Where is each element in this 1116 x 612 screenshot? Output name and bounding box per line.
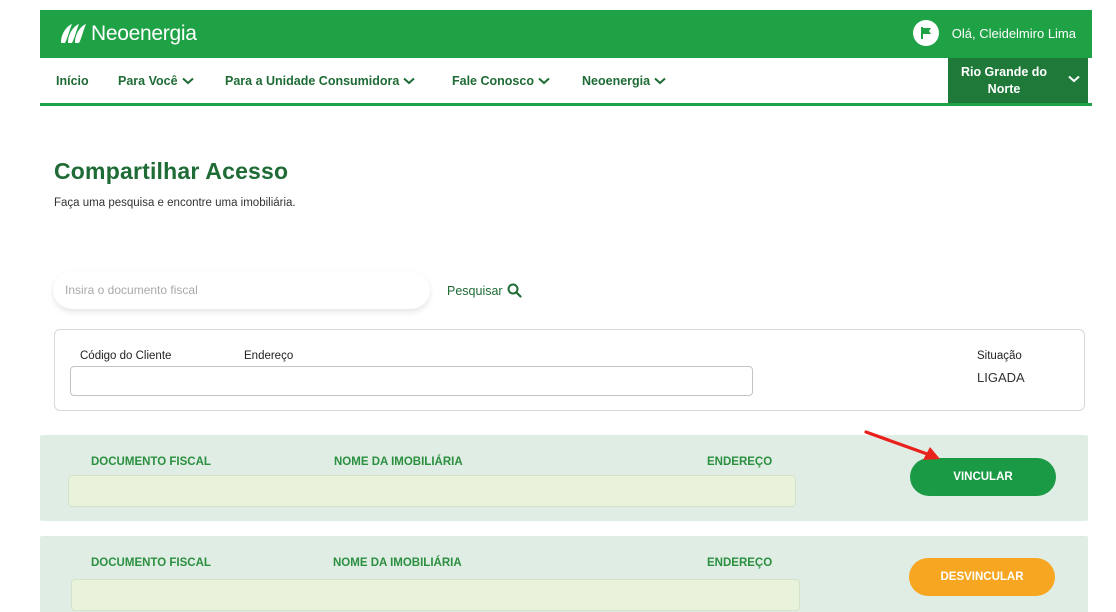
nav-item-inicio[interactable]: Início (56, 74, 89, 88)
col-address-header: ENDEREÇO (707, 456, 773, 468)
client-card: Código do Cliente Endereço Situação LIGA… (54, 329, 1085, 411)
user-greeting: Olá, Cleidelmiro Lima (951, 25, 1076, 41)
vincular-button[interactable]: VINCULAR (910, 458, 1056, 496)
nav-item-label: Neoenergia (582, 74, 651, 88)
chevron-down-icon (538, 77, 550, 85)
col-document-header: DOCUMENTO FISCAL (91, 557, 211, 569)
chevron-down-icon (403, 77, 416, 85)
result-info-field (68, 475, 796, 507)
brand-logo[interactable]: Neoenergia (58, 21, 197, 47)
page-title: Compartilhar Acesso (54, 158, 289, 184)
region-selector[interactable]: Rio Grande do Norte (948, 58, 1088, 103)
col-address-header: ENDEREÇO (707, 557, 773, 569)
document-search-input[interactable] (53, 271, 430, 309)
result-row: DOCUMENTO FISCAL NOME DA IMOBILIÁRIA END… (40, 536, 1088, 612)
chevron-down-icon (1068, 75, 1080, 83)
nav-item-label: Início (56, 74, 89, 88)
red-arrow-icon (864, 430, 940, 460)
col-document-header: DOCUMENTO FISCAL (91, 456, 211, 468)
page-subtitle: Faça uma pesquisa e encontre uma imobili… (54, 197, 296, 209)
region-label: Rio Grande do Norte (954, 64, 1054, 98)
nav-item-fale-conosco[interactable]: Fale Conosco (452, 74, 550, 88)
search-button-label: Pesquisar (447, 283, 503, 298)
region-label-line1: Rio Grande do (960, 64, 1048, 79)
nav-item-para-voce[interactable]: Para Você (118, 74, 194, 88)
nav-item-neoenergia[interactable]: Neoenergia (582, 74, 666, 88)
chevron-down-icon (654, 77, 666, 85)
flag-icon (912, 20, 939, 46)
search-icon (507, 283, 522, 298)
user-menu[interactable]: Olá, Cleidelmiro Lima (912, 20, 1076, 46)
nav-item-unidade-consumidora[interactable]: Para a Unidade Consumidora (225, 74, 416, 88)
brand-name: Neoenergia (91, 22, 197, 45)
client-status-label: Situação (977, 350, 1022, 362)
client-address-label: Endereço (244, 350, 294, 362)
client-status-value: LIGADA (977, 370, 1025, 385)
client-code-label: Código do Cliente (80, 350, 172, 362)
top-bar: Neoenergia Olá, Cleidelmiro Lima (40, 10, 1092, 58)
client-info-field (70, 366, 753, 396)
leaf-logo-icon (61, 24, 86, 43)
main-nav: Início Para Você Para a Unidade Consumid… (40, 58, 1092, 106)
nav-item-label: Para a Unidade Consumidora (225, 74, 400, 88)
desvincular-button[interactable]: DESVINCULAR (909, 558, 1055, 596)
nav-item-label: Para Você (118, 74, 178, 88)
col-name-header: NOME DA IMOBILIÁRIA (334, 456, 463, 468)
region-label-line2: Norte (987, 81, 1021, 96)
nav-item-label: Fale Conosco (452, 74, 534, 88)
chevron-down-icon (181, 77, 194, 85)
result-info-field (71, 579, 800, 611)
search-button[interactable]: Pesquisar (447, 283, 522, 298)
col-name-header: NOME DA IMOBILIÁRIA (333, 557, 462, 569)
